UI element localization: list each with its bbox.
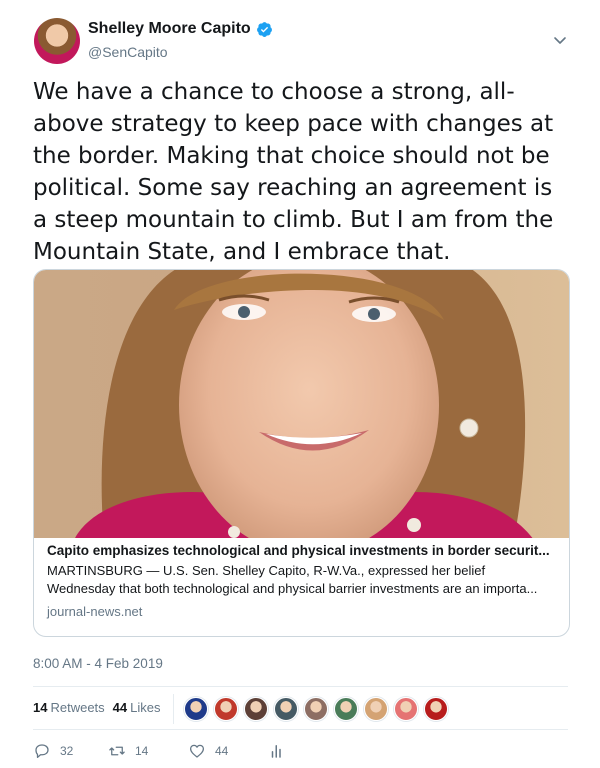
- liker-avatar[interactable]: [394, 697, 418, 721]
- verified-badge-icon: [256, 21, 272, 37]
- card-image: [34, 270, 569, 538]
- like-count: 44: [215, 744, 229, 758]
- likes-count: 44: [112, 700, 128, 715]
- retweet-icon: [109, 746, 125, 756]
- liker-avatar[interactable]: [334, 697, 358, 721]
- analytics-button[interactable]: [268, 742, 286, 760]
- liker-avatar[interactable]: [184, 697, 208, 721]
- link-card[interactable]: Capito emphasizes technological and phys…: [33, 269, 570, 637]
- author-name-row: Shelley Moore Capito: [88, 20, 273, 38]
- engagement-stats: 14 Retweets 44 Likes: [33, 700, 169, 715]
- liker-avatar[interactable]: [304, 697, 328, 721]
- reply-icon: [35, 744, 49, 759]
- liker-avatars: [184, 697, 454, 721]
- author-avatar[interactable]: [34, 18, 80, 64]
- card-domain: journal-news.net: [47, 604, 143, 619]
- author-handle[interactable]: @SenCapito: [88, 44, 168, 60]
- reply-count: 32: [60, 744, 74, 758]
- liker-avatar[interactable]: [214, 697, 238, 721]
- divider-bottom: [33, 729, 568, 730]
- liker-avatar[interactable]: [244, 697, 268, 721]
- retweets-count: 14: [33, 700, 48, 715]
- tweet-timestamp[interactable]: 8:00 AM - 4 Feb 2019: [33, 656, 163, 671]
- like-button[interactable]: 44: [188, 742, 268, 760]
- heart-icon: [189, 744, 205, 758]
- reply-button[interactable]: 32: [33, 742, 108, 760]
- likes-stat[interactable]: 44 Likes: [113, 700, 161, 715]
- retweet-count: 14: [135, 744, 149, 758]
- author-name[interactable]: Shelley Moore Capito: [88, 20, 251, 38]
- card-title[interactable]: Capito emphasizes technological and phys…: [47, 541, 557, 560]
- likes-label: Likes: [130, 700, 161, 715]
- action-bar: 32 14 44: [33, 742, 286, 760]
- retweets-label: Retweets: [50, 700, 105, 715]
- analytics-icon: [271, 745, 281, 758]
- retweet-button[interactable]: 14: [108, 742, 188, 760]
- divider-top: [33, 686, 568, 687]
- chevron-down-icon[interactable]: [552, 32, 568, 48]
- retweets-stat[interactable]: 14 Retweets: [33, 700, 105, 715]
- liker-avatar[interactable]: [364, 697, 388, 721]
- tweet-text: We have a chance to choose a strong, all…: [33, 79, 554, 265]
- stats-separator: [173, 694, 174, 724]
- liker-avatar[interactable]: [424, 697, 448, 721]
- card-description: MARTINSBURG — U.S. Sen. Shelley Capito, …: [47, 563, 538, 596]
- liker-avatar[interactable]: [274, 697, 298, 721]
